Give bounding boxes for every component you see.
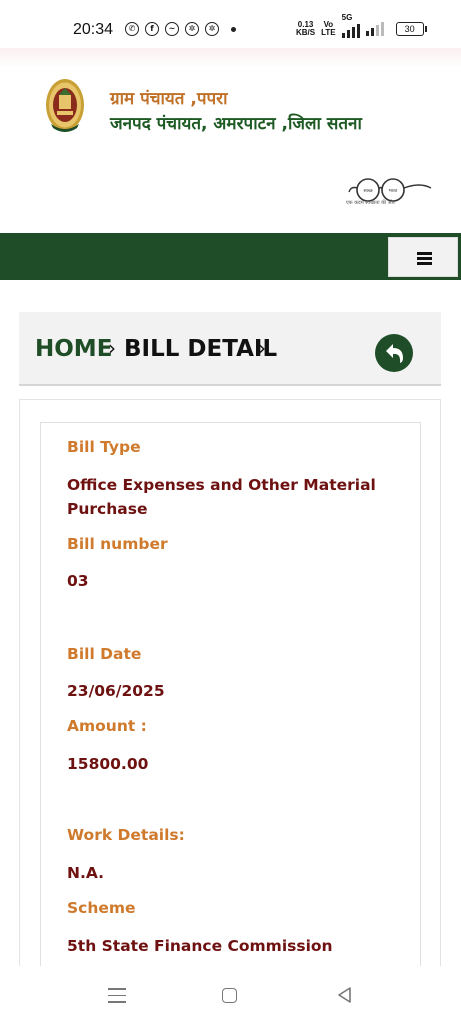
signal-icon-2 <box>365 22 384 36</box>
swachh-tagline: एक कदम स्वच्छता की ओर <box>346 200 395 206</box>
work-details-value: N.A. <box>67 864 105 882</box>
system-indicators: 0.13 KB/S Vo LTE 5G 30 <box>296 14 427 38</box>
clock: 20:34 <box>73 21 114 38</box>
bharat-word: भारत <box>389 189 398 194</box>
amount-value: 15800.00 <box>67 755 149 773</box>
bill-type-label: Bill Type <box>67 438 141 456</box>
volte-bottom: LTE <box>321 28 336 37</box>
more-notifications-dot <box>231 27 236 32</box>
whatsapp-icon: ✆ <box>125 22 139 36</box>
settings-icon: ✲ <box>185 22 199 36</box>
amount-label: Amount : <box>67 717 147 735</box>
bill-date-label: Bill Date <box>67 645 142 663</box>
recent-apps-button[interactable] <box>108 988 126 1008</box>
breadcrumb-home-link[interactable]: HOME <box>35 336 112 362</box>
network-speed-unit: KB/S <box>296 28 316 37</box>
swachh-word: स्वच्छ <box>363 189 372 194</box>
bill-type-value: Office Expenses and Other Material Purch… <box>67 476 376 518</box>
notification-icons: ✆ f ~ ✲ ✲ <box>125 22 236 36</box>
network-speed: 0.13 KB/S <box>296 21 315 37</box>
janpad-panchayat-name: जनपद पंचायत, अमरपाटन ,जिला सतना <box>110 114 362 134</box>
system-navigation-bar <box>0 966 461 1024</box>
system-back-button[interactable] <box>336 986 354 1004</box>
gram-panchayat-name: ग्राम पंचायत ,पपरा <box>110 89 228 109</box>
breadcrumb-separator: › <box>108 336 116 360</box>
network-type: 5G <box>341 13 353 22</box>
panchayat-logo[interactable] <box>45 78 85 136</box>
messenger-icon: ~ <box>165 22 179 36</box>
menu-toggle-button[interactable] <box>388 237 458 277</box>
status-bar: 20:34 ✆ f ~ ✲ ✲ 0.13 KB/S Vo LTE 5G 30 <box>0 0 461 48</box>
scheme-value: 5th State Finance Commission <box>67 937 333 955</box>
home-button[interactable] <box>222 988 237 1003</box>
browser-strip <box>0 48 461 69</box>
volte-indicator: Vo LTE <box>321 21 336 37</box>
work-details-label: Work Details: <box>67 826 185 844</box>
battery-icon: 30 <box>395 22 427 36</box>
signal-icon: 5G <box>341 14 360 38</box>
bill-date-value: 23/06/2025 <box>67 682 165 700</box>
back-arrow-icon <box>386 344 403 363</box>
back-button[interactable] <box>375 334 413 372</box>
settings-icon: ✲ <box>205 22 219 36</box>
breadcrumb-current: BILL DETAIL <box>124 336 278 362</box>
site-header: ग्राम पंचायत ,पपरा जनपद पंचायत, अमरपाटन … <box>0 68 461 233</box>
breadcrumb-separator: › <box>258 336 266 360</box>
breadcrumb: HOME › BILL DETAIL › <box>19 312 441 386</box>
bill-number-label: Bill number <box>67 535 168 553</box>
bill-number-value: 03 <box>67 572 89 590</box>
scheme-label: Scheme <box>67 899 136 917</box>
facebook-icon: f <box>145 22 159 36</box>
